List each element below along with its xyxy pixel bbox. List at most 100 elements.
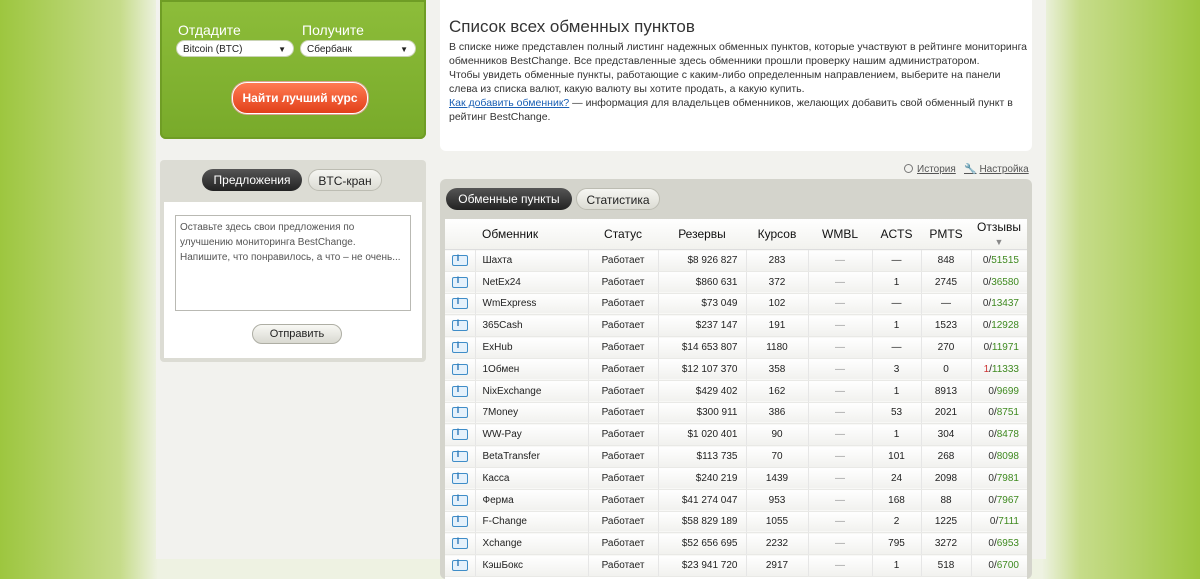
info-icon[interactable]: [451, 275, 468, 288]
exchanger-acts: 1: [871, 554, 921, 577]
exchanger-reviews[interactable]: 0/7111: [970, 511, 1027, 534]
history-link[interactable]: История: [904, 164, 956, 175]
get-currency-select[interactable]: Сбербанк ▼: [300, 40, 416, 57]
table-row[interactable]: 7MoneyРаботает$300 911386—5320210/8751: [445, 402, 1027, 425]
exchanger-reviews[interactable]: 0/8098: [970, 445, 1027, 468]
info-icon[interactable]: [451, 296, 468, 310]
exchanger-reviews[interactable]: 0/51515: [970, 249, 1027, 272]
exchanger-name[interactable]: NetEx24: [474, 271, 588, 294]
info-icon[interactable]: [451, 449, 468, 462]
exchanger-name[interactable]: 365Cash: [474, 314, 588, 338]
table-row[interactable]: КэшБоксРаботает$23 941 7202917—15180/670…: [445, 554, 1027, 577]
column-header-pmts[interactable]: PMTS: [921, 219, 971, 250]
exchanger-reviews[interactable]: 0/7981: [970, 467, 1027, 490]
exchanger-reviews[interactable]: 0/6700: [970, 554, 1027, 577]
settings-link[interactable]: 🔧 Настройка: [964, 164, 1029, 175]
exchanger-name[interactable]: 1Обмен: [474, 358, 588, 381]
positive-reviews: 36580: [991, 276, 1019, 288]
find-best-rate-button[interactable]: Найти лучший курс: [232, 82, 368, 114]
table-row[interactable]: ШахтаРаботает$8 926 827283——8480/51515: [445, 249, 1027, 272]
negative-reviews: 0: [988, 429, 994, 441]
info-paragraph-2: Чтобы увидеть обменные пункты, работающи…: [449, 69, 1001, 95]
exchanger-status: Работает: [587, 249, 658, 272]
tab-suggestions[interactable]: Предложения: [202, 169, 302, 191]
exchanger-acts: 1: [871, 271, 921, 294]
info-icon[interactable]: [451, 318, 468, 332]
column-header-rates[interactable]: Курсов: [746, 219, 808, 250]
exchanger-status: Работает: [587, 554, 658, 577]
suggestion-textarea[interactable]: Оставьте здесь свои предложения по улучш…: [175, 215, 411, 311]
info-icon[interactable]: [451, 362, 468, 375]
tab-btc-faucet[interactable]: BTC-кран: [308, 169, 382, 191]
table-row[interactable]: ФермаРаботает$41 274 047953—168880/7967: [445, 489, 1027, 512]
exchanger-name[interactable]: Ферма: [474, 489, 588, 512]
exchanger-name[interactable]: КэшБокс: [474, 554, 588, 577]
column-header-reserves[interactable]: Резервы: [658, 219, 746, 250]
info-icon[interactable]: [451, 384, 468, 397]
table-row[interactable]: 1ОбменРаботает$12 107 370358—301/11333: [445, 358, 1027, 381]
info-icon[interactable]: [451, 405, 468, 419]
row-info-cell: [445, 380, 475, 403]
exchanger-reviews[interactable]: 0/12928: [970, 314, 1027, 338]
exchanger-name[interactable]: Xchange: [474, 532, 588, 556]
exchanger-reviews[interactable]: 0/8478: [970, 423, 1027, 447]
table-row[interactable]: NixExchangeРаботает$429 402162—189130/96…: [445, 380, 1027, 403]
info-icon[interactable]: [451, 493, 468, 506]
exchanger-reviews[interactable]: 0/6953: [970, 532, 1027, 556]
exchanger-reviews[interactable]: 0/11971: [970, 336, 1027, 359]
exchanger-reviews[interactable]: 0/36580: [970, 271, 1027, 294]
info-icon[interactable]: [451, 514, 468, 528]
table-row[interactable]: WmExpressРаботает$73 049102———0/13437: [445, 293, 1027, 316]
column-header-exchanger[interactable]: Обменник: [475, 219, 588, 250]
table-row[interactable]: NetEx24Работает$860 631372—127450/36580: [445, 271, 1027, 294]
send-button[interactable]: Отправить: [252, 324, 342, 344]
exchanger-name[interactable]: WW-Pay: [474, 423, 588, 447]
column-header-status[interactable]: Статус: [588, 219, 658, 250]
exchanger-reviews[interactable]: 1/11333: [970, 358, 1027, 381]
exchanger-name[interactable]: NixExchange: [474, 380, 588, 403]
info-icon[interactable]: [451, 536, 468, 550]
exchanger-wmbl: —: [807, 314, 872, 338]
table-row[interactable]: WW-PayРаботает$1 020 40190—13040/8478: [445, 423, 1027, 447]
exchanger-name[interactable]: Шахта: [474, 249, 588, 272]
positive-reviews: 51515: [991, 254, 1019, 266]
exchanger-name[interactable]: WmExpress: [474, 293, 588, 316]
add-exchanger-link[interactable]: Как добавить обменник?: [449, 97, 569, 109]
table-header-row: Обменник Статус Резервы Курсов WMBL ACTS…: [445, 219, 1027, 250]
info-icon[interactable]: [451, 340, 468, 354]
exchanger-name[interactable]: 7Money: [474, 402, 588, 425]
column-header-acts[interactable]: ACTS: [872, 219, 921, 250]
table-row[interactable]: ExHubРаботает$14 653 8071180——2700/11971: [445, 336, 1027, 359]
exchanger-status: Работает: [587, 532, 658, 556]
row-info-cell: [445, 358, 475, 381]
info-icon[interactable]: [451, 471, 468, 484]
exchanger-reviews[interactable]: 0/7967: [970, 489, 1027, 512]
exchanger-name[interactable]: F-Change: [474, 511, 588, 534]
info-icon[interactable]: [451, 427, 468, 441]
exchanger-reviews[interactable]: 0/9699: [970, 380, 1027, 403]
table-row[interactable]: F-ChangeРаботает$58 829 1891055—212250/7…: [445, 511, 1027, 534]
negative-reviews: 0: [982, 276, 989, 288]
column-header-reviews[interactable]: Отзывы ▼: [971, 219, 1027, 250]
tab-statistics[interactable]: Статистика: [576, 188, 660, 210]
exchanger-name[interactable]: BetaTransfer: [474, 445, 588, 468]
exchanger-wmbl: —: [807, 336, 872, 359]
positive-reviews: 7111: [998, 516, 1019, 528]
table-row[interactable]: 365CashРаботает$237 147191—115230/12928: [445, 314, 1027, 338]
exchanger-rates-count: 386: [745, 402, 808, 425]
info-icon[interactable]: [451, 558, 468, 571]
exchangers-table-wrap: Обменник Статус Резервы Курсов WMBL ACTS…: [445, 219, 1027, 579]
row-info-cell: [445, 402, 475, 425]
get-currency-value: Сбербанк: [307, 44, 352, 55]
info-icon[interactable]: [451, 253, 468, 266]
table-row[interactable]: КассаРаботает$240 2191439—2420980/7981: [445, 467, 1027, 490]
table-row[interactable]: XchangeРаботает$52 656 6952232—79532720/…: [445, 532, 1027, 556]
exchanger-reviews[interactable]: 0/13437: [970, 293, 1027, 316]
column-header-wmbl[interactable]: WMBL: [808, 219, 872, 250]
exchanger-name[interactable]: ExHub: [474, 336, 588, 359]
exchanger-reviews[interactable]: 0/8751: [970, 402, 1027, 425]
exchanger-name[interactable]: Касса: [474, 467, 588, 490]
table-row[interactable]: BetaTransferРаботает$113 73570—1012680/8…: [445, 445, 1027, 468]
give-currency-select[interactable]: Bitcoin (BTC) ▼: [176, 40, 294, 57]
tab-exchangers[interactable]: Обменные пункты: [446, 188, 572, 210]
